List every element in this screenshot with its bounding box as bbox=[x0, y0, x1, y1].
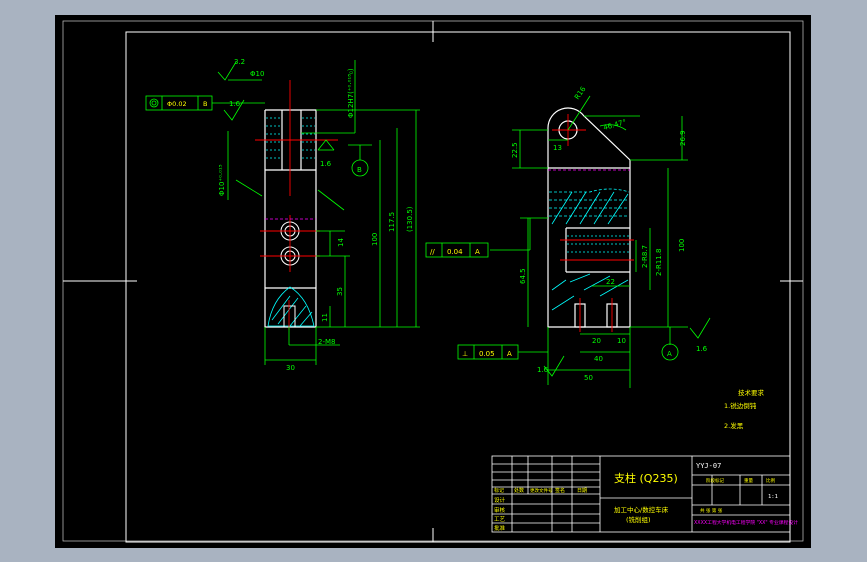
tb-sheet: 共 张 第 张 bbox=[700, 507, 723, 514]
right-dim-50: 50 bbox=[584, 374, 593, 382]
tech-req-title: 技术要求 bbox=[738, 388, 765, 397]
tech-req-1: 1.锐边倒钝 bbox=[724, 401, 757, 410]
right-dim-10: 10 bbox=[617, 337, 626, 345]
right-dim-26-9: 26.9 bbox=[679, 130, 687, 146]
perp-symbol: ⊥ bbox=[462, 350, 468, 358]
left-dim-117: 117.5 bbox=[388, 212, 396, 232]
left-roughness-right: 1.6 bbox=[320, 160, 332, 168]
right-dim-r87: 2-R8.7 bbox=[641, 245, 649, 268]
right-dim-22: 22 bbox=[606, 278, 615, 286]
left-dim-m8: 2-M8 bbox=[318, 338, 335, 346]
parallel-symbol: // bbox=[430, 248, 435, 256]
right-dim-40: 40 bbox=[594, 355, 603, 363]
tb-right-header-1: 重量 bbox=[744, 477, 753, 484]
tb-row-2: 工艺 bbox=[494, 516, 506, 523]
subtitle-line1: 加工中心/数控车床 bbox=[614, 505, 669, 514]
tb-right-header-0: 阶段标记 bbox=[706, 477, 724, 484]
tb-scale: 1:1 bbox=[768, 494, 778, 500]
left-roughness-side: 1.6 bbox=[229, 100, 241, 108]
left-dim-100: 100 bbox=[371, 233, 379, 246]
part-title: 支柱 (Q235) bbox=[614, 471, 678, 485]
tb-header-3: 签名 bbox=[555, 487, 565, 494]
tb-right-header-2: 比例 bbox=[766, 477, 775, 484]
school-line: XXXX工程大学机电工程学院 "XX" 专业课程设计 bbox=[694, 519, 798, 526]
tb-header-4: 日期 bbox=[577, 488, 587, 494]
tb-header-1: 处数 bbox=[514, 487, 524, 494]
tb-header-0: 标记 bbox=[494, 487, 504, 494]
right-roughness-1-text: 1.6 bbox=[537, 366, 549, 374]
right-dim-22-5: 22.5 bbox=[511, 142, 519, 158]
left-dim-130: (130.5) bbox=[406, 206, 414, 232]
right-dim-13: 13 bbox=[553, 144, 562, 152]
tech-req-2: 2.发黑 bbox=[724, 421, 744, 430]
perp-datum: A bbox=[507, 350, 512, 358]
left-bore-label: Φ10 bbox=[250, 70, 264, 78]
right-datum-a: A bbox=[667, 350, 672, 358]
perp-value: 0.05 bbox=[479, 350, 495, 358]
tb-row-3: 批准 bbox=[494, 524, 506, 532]
drawing-code: YYJ-07 bbox=[696, 462, 721, 470]
left-tol-value: Φ0.02 bbox=[167, 100, 187, 108]
left-side-bore: Φ10⁺⁰·⁰¹⁵ bbox=[218, 164, 226, 196]
left-dim-30: 30 bbox=[286, 364, 295, 372]
right-dim-20: 20 bbox=[592, 337, 601, 345]
right-dim-r118: 2-R11.8 bbox=[655, 249, 663, 276]
left-datum-b: B bbox=[357, 166, 362, 174]
tb-row-0: 设计 bbox=[494, 496, 506, 504]
subtitle-line2: (铣削组) bbox=[626, 515, 651, 524]
right-roughness-2-text: 1.6 bbox=[696, 345, 708, 353]
left-dim-35: 35 bbox=[336, 287, 344, 296]
tb-row-1: 审核 bbox=[494, 506, 506, 514]
tb-header-2: 更改文件号 bbox=[530, 487, 553, 494]
left-dim-11: 11 bbox=[321, 313, 329, 322]
left-dim-14: 14 bbox=[337, 238, 345, 247]
right-dim-64-5: 64.5 bbox=[519, 268, 527, 284]
left-tol-datum: B bbox=[203, 100, 207, 108]
right-dim-100: 100 bbox=[678, 239, 686, 252]
parallel-datum: A bbox=[475, 248, 480, 256]
cad-drawing-canvas: 3.2 1.6 1.6 Φ10 Φ12H7(⁺⁰·⁰¹⁸₀) Φ10⁺⁰·⁰¹⁵… bbox=[55, 15, 811, 548]
left-roughness-top: 3.2 bbox=[234, 58, 245, 66]
parallel-value: 0.04 bbox=[447, 248, 463, 256]
left-bore-fit: Φ12H7(⁺⁰·⁰¹⁸₀) bbox=[347, 68, 355, 118]
